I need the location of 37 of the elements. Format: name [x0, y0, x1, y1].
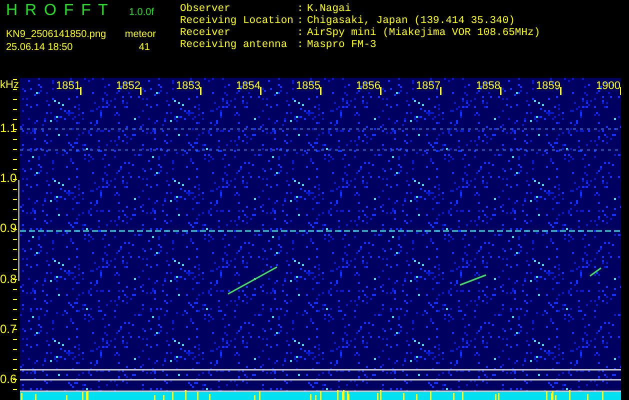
info-value: AirSpy mini (Miakejima VOR 108.65MHz) — [307, 27, 540, 39]
app-title: H R O F F T — [6, 2, 108, 20]
time-label: 1856 — [356, 80, 380, 92]
time-label: 1858 — [476, 80, 500, 92]
info-separator: : — [297, 15, 304, 27]
time-label: 1851 — [56, 80, 80, 92]
time-label: 1852 — [116, 80, 140, 92]
info-value: Maspro FM-3 — [307, 39, 378, 51]
app-version: 1.0.0f — [128, 7, 154, 18]
frequency-label: 1.0 — [0, 171, 17, 186]
info-label: Receiver — [180, 27, 232, 39]
time-label: 1853 — [176, 80, 200, 92]
info-separator: : — [297, 39, 304, 51]
info-label: Receiving Location — [180, 15, 294, 27]
info-label: Observer — [180, 3, 232, 15]
time-label: 1857 — [416, 80, 440, 92]
meteor-trace — [228, 266, 278, 295]
file-name: KN9_2506141850.png — [6, 29, 106, 40]
meteor-trace — [460, 274, 486, 286]
info-separator: : — [297, 27, 304, 39]
count-label: meteor — [124, 29, 156, 40]
date-time: 25.06.14 18:50 — [6, 42, 73, 53]
frequency-label: 1.1 — [0, 121, 17, 135]
meteor-count: 41 — [138, 42, 150, 53]
time-label: 1900 — [596, 80, 620, 92]
frequency-label: 0.8 — [0, 272, 17, 286]
frequency-label: 0.7 — [0, 322, 17, 336]
meteor-trace — [590, 267, 602, 277]
info-separator: : — [297, 3, 304, 15]
time-label: 1855 — [296, 80, 320, 92]
time-label: 1859 — [536, 80, 560, 92]
frequency-label: 0.6 — [0, 372, 17, 386]
info-value: Chigasaki, Japan (139.414 35.340) — [307, 15, 516, 27]
frequency-label: 0.9 — [0, 221, 17, 236]
axis-unit: kHz — [0, 79, 19, 91]
info-value: K.Nagai — [307, 3, 352, 15]
info-label: Receiving antenna — [180, 39, 288, 51]
